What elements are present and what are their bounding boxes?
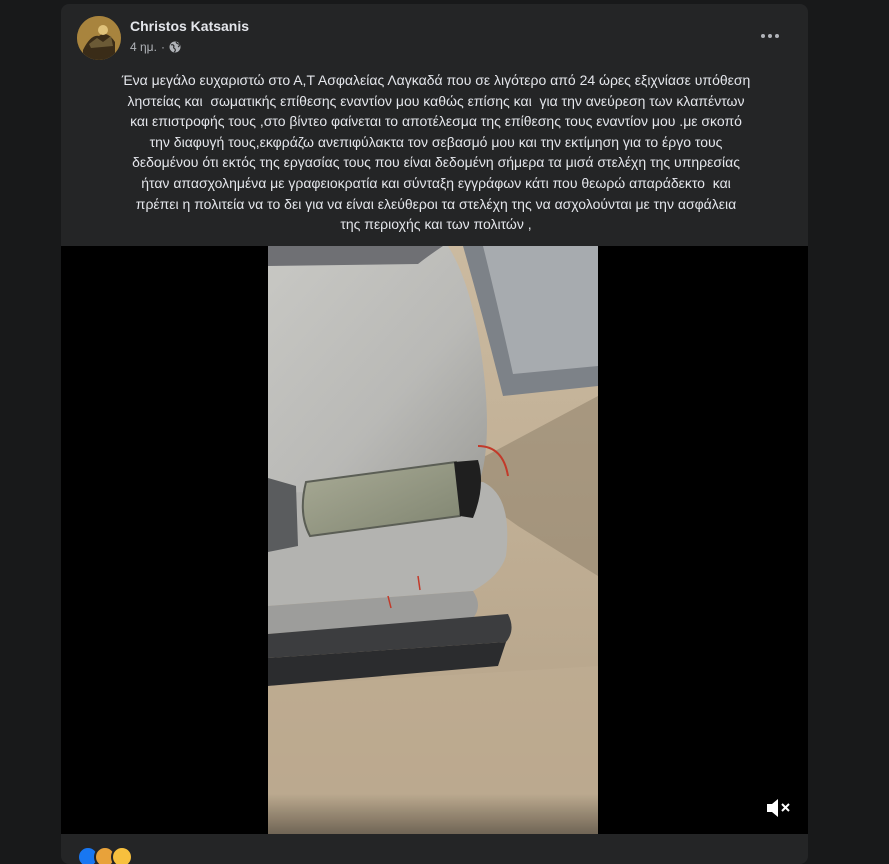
haha-reaction-icon (111, 846, 133, 864)
post-header: Christos Katsanis 4 ημ. · (61, 4, 808, 66)
avatar[interactable] (77, 16, 121, 60)
video-player[interactable] (61, 246, 808, 834)
avatar-image (77, 16, 121, 60)
video-frame (268, 246, 598, 834)
meta-separator: · (160, 40, 165, 54)
video-controls-overlay (61, 794, 808, 834)
author-name[interactable]: Christos Katsanis (130, 18, 249, 34)
car-damage-frame (268, 246, 598, 834)
more-options-icon[interactable] (754, 26, 786, 46)
post-time[interactable]: 4 ημ. (130, 40, 157, 54)
muted-speaker-icon[interactable] (764, 796, 792, 820)
post-meta: 4 ημ. · (130, 40, 181, 54)
post-card: Christos Katsanis 4 ημ. · Ένα μεγάλο ευχ… (61, 4, 808, 864)
reaction-icons[interactable] (77, 846, 133, 864)
post-text: Ένα μεγάλο ευχαριστώ στο Α,Τ Ασφαλείας Λ… (121, 72, 751, 233)
globe-icon[interactable] (169, 41, 181, 53)
